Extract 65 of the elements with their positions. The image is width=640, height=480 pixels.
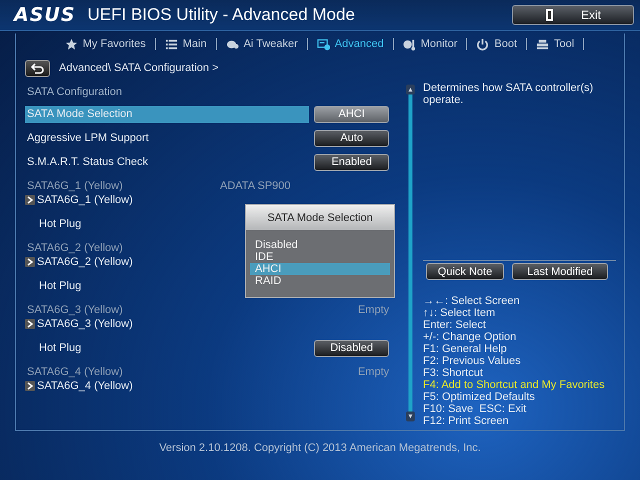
help-line: F5: Optimized Defaults (423, 391, 536, 403)
port-label: SATA6G_3 (Yellow) (26, 304, 124, 316)
thermometer-icon (402, 38, 416, 50)
setting-value[interactable]: Auto (314, 130, 390, 146)
popup-option[interactable]: RAID (250, 275, 390, 287)
port-link[interactable]: SATA6G_4 (Yellow) (25, 379, 133, 392)
chevron-icon (25, 318, 35, 328)
port-link[interactable]: SATA6G_3 (Yellow) (25, 317, 133, 330)
setting-value[interactable]: Enabled (314, 154, 390, 170)
help-line: F12: Print Screen (423, 415, 510, 427)
help-line: F2: Previous Values (423, 355, 522, 367)
stack-icon (536, 38, 550, 50)
menu-tab[interactable]: Boot (467, 38, 528, 50)
scrollbar[interactable] (406, 82, 415, 424)
window-title: UEFI BIOS Utility - Advanced Mode (88, 5, 356, 25)
breadcrumb: Advanced\ SATA Configuration > (59, 62, 218, 74)
popup-option[interactable]: IDE (250, 251, 390, 263)
setting-label: Hot Plug (38, 218, 82, 230)
back-button[interactable] (25, 60, 50, 76)
device-name: ADATA SP900 (220, 180, 291, 192)
setting-label: Hot Plug (38, 342, 82, 354)
popup-title: SATA Mode Selection (246, 205, 394, 230)
menu-tab[interactable]: Tool (527, 38, 584, 50)
power-icon (476, 38, 490, 50)
setting-label[interactable]: S.M.A.R.T. Status Check (25, 154, 309, 170)
menu-tab[interactable]: My Favorites (56, 38, 156, 50)
chevron-icon (25, 194, 35, 204)
exit-button[interactable]: Exit (512, 5, 634, 25)
popup-option[interactable]: Disabled (250, 239, 390, 251)
door-icon (544, 9, 555, 21)
help-line: F1: General Help (423, 343, 508, 355)
star-icon (64, 38, 78, 50)
screen-icon (316, 38, 330, 50)
setting-value[interactable]: AHCI (314, 106, 390, 122)
version-text: Version 2.10.1208. Copyright (C) 2013 American Megatrends, Inc. (158, 442, 482, 454)
side-button[interactable]: Last Modified (512, 263, 608, 280)
help-line: F10: Save ESC: Exit (423, 403, 528, 415)
port-link[interactable]: SATA6G_2 (Yellow) (25, 255, 133, 268)
port-status: Empty (358, 304, 390, 316)
port-label: SATA6G_4 (Yellow) (26, 366, 124, 378)
help-line: F4: Add to Shortcut and My Favorites (423, 379, 606, 391)
menu-tab[interactable]: Monitor (394, 38, 468, 50)
port-label: SATA6G_2 (Yellow) (26, 242, 124, 254)
description-text: Determines how SATA controller(s) operate. (423, 82, 594, 106)
menu-tab[interactable]: Ai Tweaker (216, 38, 308, 50)
help-line: +/-: Change Option (423, 331, 518, 343)
help-line: F3: Shortcut (423, 367, 484, 379)
setting-label[interactable]: Aggressive LPM Support (25, 130, 309, 146)
port-status: Empty (358, 366, 390, 378)
port-link[interactable]: SATA6G_1 (Yellow) (25, 193, 133, 206)
back-arrow-icon (31, 62, 44, 74)
setting-label: Hot Plug (38, 280, 82, 292)
menu-tab[interactable]: Advanced (308, 38, 394, 50)
help-line: ↑↓: Select Item (423, 307, 496, 319)
side-button[interactable]: Quick Note (426, 263, 504, 280)
list-icon (164, 38, 178, 50)
logo: ASUS (14, 4, 76, 26)
setting-value[interactable]: Disabled (314, 340, 390, 356)
help-line: Enter: Select (423, 319, 487, 331)
help-line: →←: Select Screen (423, 295, 521, 307)
chevron-icon (25, 256, 35, 266)
chevron-icon (25, 380, 35, 390)
section-heading: SATA Configuration (26, 85, 123, 100)
menu-tab[interactable]: Main (156, 38, 217, 50)
port-label: SATA6G_1 (Yellow) (26, 180, 124, 192)
